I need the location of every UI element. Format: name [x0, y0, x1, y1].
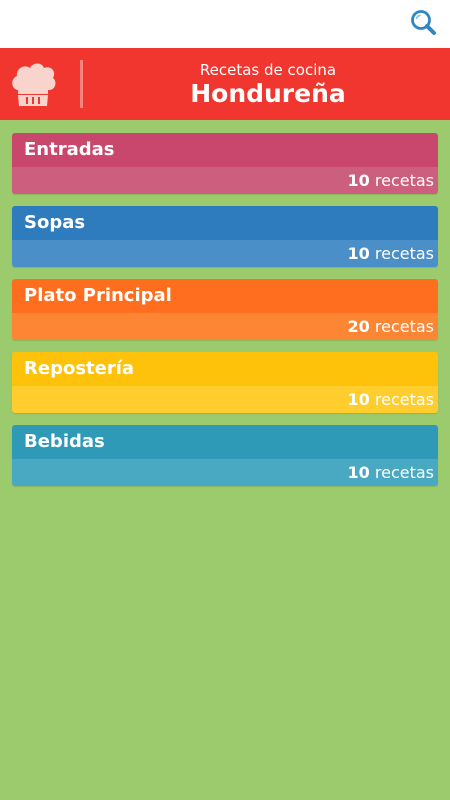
recipe-count: 10 recetas: [348, 390, 434, 410]
recipe-count-unit: recetas: [374, 317, 434, 336]
category-card-footer: 10 recetas: [12, 459, 438, 486]
category-card-header: Plato Principal: [12, 279, 438, 313]
category-card-footer: 10 recetas: [12, 386, 438, 413]
category-card-plato-principal[interactable]: Plato Principal 20 recetas: [12, 279, 438, 340]
app-logo: [8, 58, 58, 110]
recipe-count-unit: recetas: [374, 171, 434, 190]
recipe-count-number: 10: [347, 244, 370, 263]
category-list: Entradas 10 recetas Sopas 10 recetas Pla…: [12, 133, 438, 498]
category-card-sopas[interactable]: Sopas 10 recetas: [12, 206, 438, 267]
category-card-entradas[interactable]: Entradas 10 recetas: [12, 133, 438, 194]
app-subtitle: Recetas de cocina: [199, 61, 337, 79]
recipe-count-unit: recetas: [374, 244, 434, 263]
app-header: Recetas de cocina Hondureña: [0, 48, 450, 120]
category-name: Bebidas: [24, 431, 105, 452]
search-button[interactable]: [406, 6, 442, 42]
category-name: Plato Principal: [24, 285, 172, 306]
category-name: Sopas: [24, 212, 86, 233]
category-card-header: Sopas: [12, 206, 438, 240]
recipe-count-unit: recetas: [374, 390, 434, 409]
search-icon: [411, 10, 436, 35]
recipe-count-number: 20: [347, 317, 370, 336]
recipe-count-number: 10: [347, 390, 370, 409]
category-name: Entradas: [24, 139, 115, 160]
recipe-count-unit: recetas: [374, 463, 434, 482]
recipe-count-number: 10: [347, 171, 370, 190]
category-name: Repostería: [24, 358, 135, 379]
category-card-reposteria[interactable]: Repostería 10 recetas: [12, 352, 438, 413]
recipe-count: 10 recetas: [348, 171, 434, 191]
category-card-header: Repostería: [12, 352, 438, 386]
recipe-count: 20 recetas: [348, 317, 434, 337]
header-divider: [80, 60, 83, 108]
app-title: Hondureña: [190, 79, 346, 108]
recipe-count: 10 recetas: [348, 244, 434, 264]
chef-hat-icon: [12, 63, 56, 106]
top-action-bar: [0, 0, 450, 48]
category-card-footer: 20 recetas: [12, 313, 438, 340]
recipe-count-number: 10: [347, 463, 370, 482]
category-card-header: Bebidas: [12, 425, 438, 459]
category-card-footer: 10 recetas: [12, 167, 438, 194]
category-card-bebidas[interactable]: Bebidas 10 recetas: [12, 425, 438, 486]
recipe-count: 10 recetas: [348, 463, 434, 483]
category-card-footer: 10 recetas: [12, 240, 438, 267]
category-card-header: Entradas: [12, 133, 438, 167]
